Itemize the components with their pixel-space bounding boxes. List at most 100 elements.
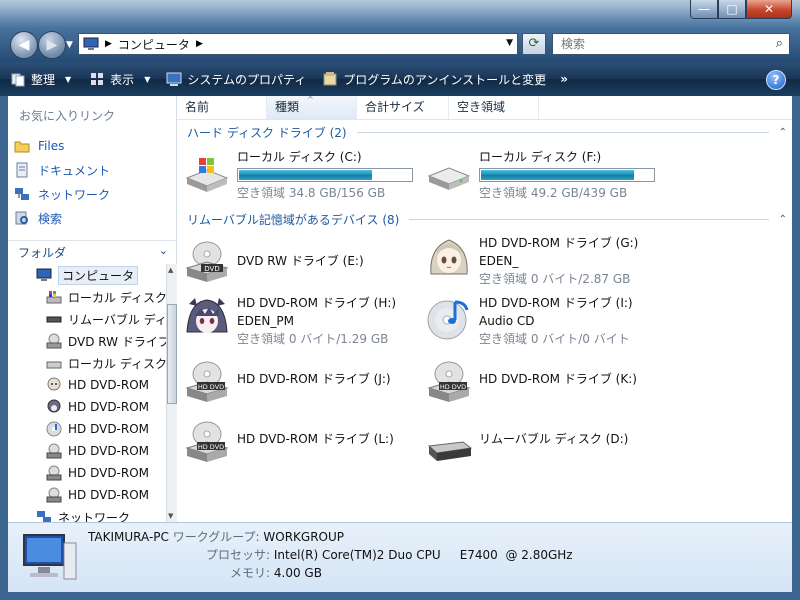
favorite-label: ネットワーク bbox=[38, 187, 111, 202]
computer-name-row: TAKIMURA-PC ワークグループ: WORKGROUP bbox=[88, 528, 344, 545]
folders-title: フォルダ bbox=[18, 245, 67, 260]
search-icon[interactable]: ⌕ bbox=[776, 36, 783, 51]
removable-drive-icon bbox=[427, 441, 473, 461]
recent-pages-dropdown[interactable]: ▼ bbox=[66, 40, 73, 50]
navigation-pane: お気に入りリンク Files ドキュメント ネットワーク 検索 フォルダ ⌄ コ… bbox=[8, 96, 177, 522]
drive-i[interactable]: HD DVD-ROM ドライブ (I:) Audio CD 空き領域 0 バイト… bbox=[425, 294, 633, 348]
arrow-right-icon: ▶ bbox=[46, 37, 58, 53]
help-button[interactable]: ? bbox=[766, 70, 786, 90]
views-button[interactable]: 表示 ▼ bbox=[89, 71, 150, 88]
system-properties-button[interactable]: システムのプロパティ bbox=[166, 71, 306, 88]
drive-name: HD DVD-ROM ドライブ (I:) bbox=[479, 296, 633, 310]
hd-dvd-drive-icon: HD DVD bbox=[427, 361, 471, 402]
column-header-type[interactable]: 種類 ^ bbox=[267, 95, 357, 119]
anime-girl-icon bbox=[47, 377, 61, 391]
drive-h[interactable]: HD DVD-ROM ドライブ (H:) EDEN_PM 空き領域 0 バイト/… bbox=[183, 294, 396, 348]
drive-g[interactable]: HD DVD-ROM ドライブ (G:) EDEN_ 空き領域 0 バイト/2.… bbox=[425, 234, 638, 288]
tree-item-hddvd-k[interactable]: HD DVD-ROM bbox=[46, 463, 149, 483]
address-bar[interactable]: ▶ コンピュータ ▶ ▼ bbox=[78, 33, 518, 55]
processor-label: プロセッサ: bbox=[206, 548, 271, 562]
tree-item-label: HD DVD-ROM bbox=[68, 466, 150, 480]
breadcrumb-computer[interactable]: コンピュータ bbox=[118, 36, 190, 53]
anime-girl-icon bbox=[430, 239, 468, 275]
chevron-up-icon[interactable]: ⌃ bbox=[779, 214, 787, 225]
drive-usage-fill bbox=[239, 170, 373, 180]
refresh-button[interactable]: ⟳ bbox=[522, 33, 546, 55]
maximize-button[interactable]: □ bbox=[718, 0, 746, 19]
workgroup-label: ワークグループ: bbox=[172, 530, 260, 544]
tree-item-removable-disk[interactable]: リムーバブル ディスク bbox=[46, 309, 166, 329]
favorite-link-files[interactable]: Files bbox=[14, 134, 110, 158]
chevron-down-icon[interactable]: ⌄ bbox=[159, 244, 168, 257]
documents-icon bbox=[16, 162, 28, 178]
column-header-free-space[interactable]: 空き領域 bbox=[449, 96, 539, 119]
tree-item-hddvd-g[interactable]: HD DVD-ROM bbox=[46, 375, 149, 395]
chevron-up-icon[interactable]: ⌃ bbox=[779, 127, 787, 138]
tree-item-local-disk-c[interactable]: ローカル ディスク bbox=[46, 287, 166, 307]
column-header-name[interactable]: 名前 bbox=[177, 96, 267, 119]
tree-item-hddvd-h[interactable]: HD DVD-ROM bbox=[46, 397, 149, 417]
uninstall-program-button[interactable]: プログラムのアンインストールと変更 bbox=[322, 71, 546, 88]
forward-button[interactable]: ▶ bbox=[38, 31, 66, 59]
help-icon: ? bbox=[772, 73, 780, 87]
views-icon bbox=[91, 73, 104, 85]
drive-label: Audio CD bbox=[479, 314, 535, 328]
drive-c[interactable]: ローカル ディスク (C:) 空き領域 34.8 GB/156 GB bbox=[183, 148, 413, 202]
scroll-up-icon[interactable]: ▲ bbox=[168, 266, 173, 274]
network-icon bbox=[15, 188, 29, 200]
favorite-link-search[interactable]: 検索 bbox=[14, 206, 110, 230]
drive-e[interactable]: DVD DVD RW ドライブ (E:) bbox=[183, 238, 364, 286]
favorites-list: Files ドキュメント ネットワーク 検索 bbox=[14, 134, 110, 230]
search-box[interactable]: ⌕ bbox=[552, 33, 790, 55]
address-dropdown-button[interactable]: ▼ bbox=[506, 38, 513, 48]
organize-button[interactable]: 整理 ▼ bbox=[10, 71, 71, 88]
computer-icon bbox=[23, 534, 77, 580]
dvd-drive-icon bbox=[46, 333, 62, 349]
drive-d[interactable]: リムーバブル ディスク (D:) bbox=[425, 418, 628, 466]
details-pane: TAKIMURA-PC ワークグループ: WORKGROUP プロセッサ: In… bbox=[8, 522, 792, 593]
favorite-link-network[interactable]: ネットワーク bbox=[14, 182, 110, 206]
folders-header[interactable]: フォルダ ⌄ bbox=[8, 240, 176, 263]
breadcrumb-separator[interactable]: ▶ bbox=[196, 39, 203, 49]
tree-item-label: コンピュータ bbox=[58, 265, 139, 285]
tree-item-network[interactable]: ネットワーク bbox=[36, 507, 130, 522]
group-header-hard-disks[interactable]: ハード ディスク ドライブ (2) ⌃ bbox=[187, 124, 787, 141]
tree-item-hddvd-i[interactable]: HD DVD-ROM bbox=[46, 419, 149, 439]
folder-icon bbox=[14, 141, 30, 153]
tree-item-dvd-rw[interactable]: DVD RW ドライブ bbox=[46, 331, 166, 351]
back-button[interactable]: ◀ bbox=[10, 31, 38, 59]
drive-f[interactable]: ローカル ディスク (F:) 空き領域 49.2 GB/439 GB bbox=[425, 148, 655, 202]
scroll-down-icon[interactable]: ▼ bbox=[168, 512, 173, 520]
tree-item-label: リムーバブル ディスク bbox=[68, 312, 166, 327]
column-header-total-size[interactable]: 合計サイズ bbox=[357, 96, 449, 119]
workgroup-value: WORKGROUP bbox=[263, 530, 345, 544]
dvd-drive-icon: DVD bbox=[185, 241, 229, 282]
arrow-left-icon: ◀ bbox=[18, 37, 30, 53]
tree-item-local-disk-f[interactable]: ローカル ディスク bbox=[46, 353, 166, 373]
more-commands-button[interactable]: » bbox=[560, 72, 568, 86]
tree-item-computer[interactable]: コンピュータ bbox=[36, 265, 139, 285]
svg-text:DVD: DVD bbox=[204, 265, 219, 273]
system-properties-label: システムのプロパティ bbox=[187, 72, 307, 87]
minimize-button[interactable]: — bbox=[690, 0, 718, 19]
drive-l[interactable]: HD DVD HD DVD-ROM ドライブ (L:) bbox=[183, 418, 394, 466]
drive-j[interactable]: HD DVD HD DVD-ROM ドライブ (J:) bbox=[183, 358, 391, 406]
group-header-removable[interactable]: リムーバブル記憶域があるデバイス (8) ⌃ bbox=[187, 211, 787, 228]
memory-value: 4.00 GB bbox=[273, 566, 322, 580]
favorite-link-documents[interactable]: ドキュメント bbox=[14, 158, 110, 182]
search-input[interactable] bbox=[559, 36, 763, 52]
breadcrumb-separator[interactable]: ▶ bbox=[105, 39, 112, 49]
scrollbar-thumb[interactable] bbox=[167, 304, 177, 404]
tree-item-label: DVD RW ドライブ bbox=[68, 334, 166, 349]
drive-info: HD DVD-ROM ドライブ (H:) EDEN_PM 空き領域 0 バイト/… bbox=[237, 294, 396, 348]
tree-item-hddvd-l[interactable]: HD DVD-ROM bbox=[46, 485, 149, 505]
close-button[interactable]: ✕ bbox=[746, 0, 792, 19]
uninstall-icon bbox=[323, 72, 337, 86]
drive-info: DVD RW ドライブ (E:) bbox=[237, 238, 364, 286]
folder-tree-scrollbar[interactable]: ▲ ▼ bbox=[166, 264, 177, 522]
window-controls: — □ ✕ bbox=[690, 0, 792, 19]
drive-k[interactable]: HD DVD HD DVD-ROM ドライブ (K:) bbox=[425, 358, 637, 406]
drive-name: HD DVD-ROM ドライブ (L:) bbox=[237, 432, 394, 446]
tree-item-hddvd-j[interactable]: HD DVD-ROM bbox=[46, 441, 149, 461]
memory-label: メモリ: bbox=[230, 566, 271, 580]
